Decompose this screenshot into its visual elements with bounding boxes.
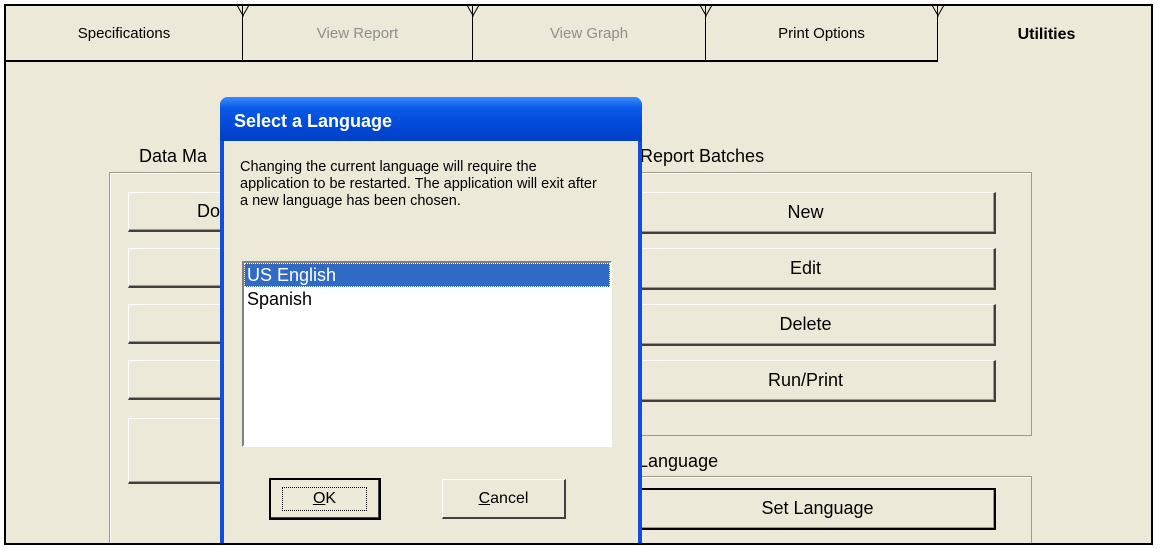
tab-notch xyxy=(932,6,944,18)
button-label: Edit xyxy=(789,258,822,278)
report-batches-label: Report Batches xyxy=(640,146,765,166)
ok-button[interactable]: OK xyxy=(269,478,381,520)
tab-label: Specifications xyxy=(77,24,171,42)
language-listbox[interactable]: US English Spanish xyxy=(242,261,612,447)
ok-button-label: OK xyxy=(281,486,368,511)
tab-view-graph[interactable]: View Graph xyxy=(473,6,706,62)
button-label: Set Language xyxy=(761,498,874,518)
button-label: Do xyxy=(196,201,220,221)
set-language-button[interactable]: Set Language xyxy=(640,488,996,530)
dialog-title: Select a Language xyxy=(234,111,393,131)
new-batch-button[interactable]: New xyxy=(616,192,996,234)
delete-batch-button[interactable]: Delete xyxy=(616,304,996,346)
tab-label: Print Options xyxy=(778,24,865,42)
language-label: Language xyxy=(638,451,719,471)
language-option-us-english[interactable]: US English xyxy=(244,263,610,287)
select-language-dialog: Select a Language Changing the current l… xyxy=(220,97,642,543)
button-label: Delete xyxy=(779,314,832,334)
button-label: New xyxy=(787,202,824,222)
tab-view-report[interactable]: View Report xyxy=(243,6,473,62)
cancel-button-label: Cancel xyxy=(478,489,529,507)
dialog-title-bar[interactable]: Select a Language xyxy=(220,97,642,141)
tab-notch xyxy=(467,6,479,18)
tab-specifications[interactable]: Specifications xyxy=(6,6,243,62)
tab-print-options[interactable]: Print Options xyxy=(706,6,938,62)
tab-label: View Graph xyxy=(549,24,629,42)
button-label: Run/Print xyxy=(767,370,844,390)
tab-bar: Specifications View Report View Graph Pr… xyxy=(6,6,1151,64)
utilities-window: Specifications View Report View Graph Pr… xyxy=(4,4,1153,545)
cancel-button[interactable]: Cancel xyxy=(442,479,566,519)
tab-notch xyxy=(700,6,712,18)
tab-label: Utilities xyxy=(1017,26,1076,43)
tab-utilities[interactable]: Utilities xyxy=(938,6,1151,64)
data-management-label: Data Ma xyxy=(139,146,208,166)
tab-label: View Report xyxy=(316,24,399,42)
tab-notch xyxy=(237,6,249,18)
dialog-message: Changing the current language will requi… xyxy=(240,159,597,209)
language-option-spanish[interactable]: Spanish xyxy=(244,287,610,311)
run-print-batch-button[interactable]: Run/Print xyxy=(616,360,996,402)
edit-batch-button[interactable]: Edit xyxy=(616,248,996,290)
